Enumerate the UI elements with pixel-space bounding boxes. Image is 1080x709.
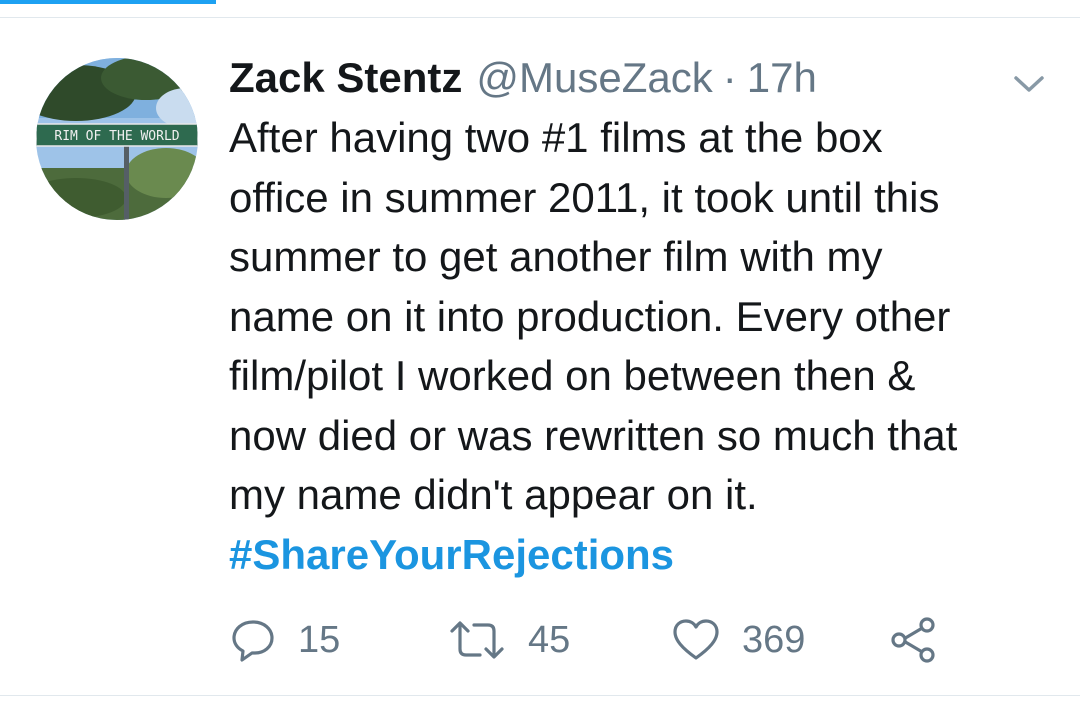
like-count: 369 bbox=[742, 619, 806, 661]
bottom-divider bbox=[0, 695, 1080, 696]
author-handle[interactable]: @MuseZack bbox=[476, 50, 712, 106]
more-options-button[interactable] bbox=[1012, 68, 1046, 98]
avatar[interactable]: RIM OF THE WORLD bbox=[36, 58, 198, 220]
avatar-image: RIM OF THE WORLD bbox=[36, 58, 198, 220]
header-separator: · bbox=[722, 54, 737, 101]
retweet-icon bbox=[450, 621, 504, 659]
top-divider bbox=[0, 17, 1080, 18]
tweet-actions: 15 45 369 bbox=[0, 612, 1080, 668]
retweet-count: 45 bbox=[528, 619, 571, 661]
share-icon bbox=[891, 617, 935, 663]
heart-icon bbox=[673, 619, 719, 660]
tweet-timestamp[interactable]: 17h bbox=[747, 50, 817, 106]
like-button[interactable]: 369 bbox=[672, 612, 805, 668]
tweet-text-line: summer to get another film with my bbox=[229, 233, 883, 280]
author-name[interactable]: Zack Stentz bbox=[229, 50, 462, 106]
tweet-text-line: my name didn't appear on it. bbox=[229, 471, 758, 518]
reply-button[interactable]: 15 bbox=[230, 612, 340, 668]
tweet-text-line: office in summer 2011, it took until thi… bbox=[229, 173, 940, 221]
tweet-text-line: film/pilot I worked on between then & bbox=[229, 352, 916, 399]
share-button[interactable] bbox=[888, 612, 938, 668]
chevron-down-icon bbox=[1014, 76, 1044, 92]
reply-count: 15 bbox=[298, 619, 341, 661]
reply-icon bbox=[232, 620, 274, 662]
tweet-header: Zack Stentz @MuseZack · 17h bbox=[229, 50, 817, 106]
tweet-text-line: now died or was rewritten so much that bbox=[229, 411, 958, 459]
retweet-button[interactable]: 45 bbox=[448, 612, 570, 668]
tweet-text-line: After having two #1 films at the box bbox=[229, 114, 883, 161]
avatar-sign-text: RIM OF THE WORLD bbox=[54, 129, 179, 144]
tweet-text: After having two #1 films at the box off… bbox=[229, 108, 1059, 584]
hashtag-link[interactable]: #ShareYourRejections bbox=[229, 525, 1059, 585]
active-tab-indicator bbox=[0, 0, 216, 4]
tweet-text-line: name on it into production. Every other bbox=[229, 292, 951, 340]
